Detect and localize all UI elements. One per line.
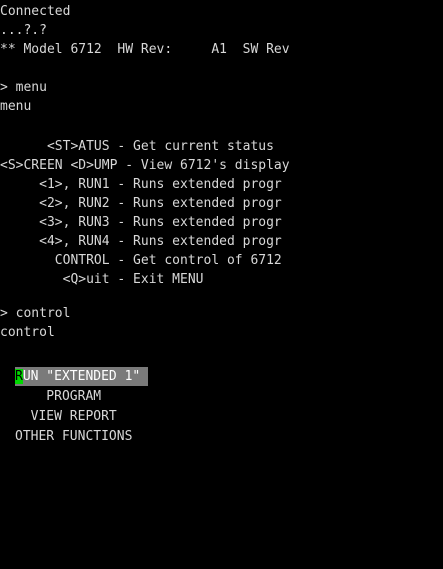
control-option-run-extended-1-label: UN "EXTENDED 1" [22,369,149,384]
control-option-run-extended-1[interactable]: RUN "EXTENDED 1" [15,367,149,386]
terminal-line-control-command: > control [0,306,71,321]
control-option-other-functions[interactable]: OTHER FUNCTIONS [15,427,132,446]
control-option-view-report[interactable]: VIEW REPORT [15,407,117,426]
terminal-line-connected: Connected [0,4,71,19]
menu-item-run2: <2>, RUN2 - Runs extended progr [0,196,282,211]
terminal-window[interactable]: Connected ...?.? ** Model 6712 HW Rev: A… [0,0,443,569]
menu-item-run3: <3>, RUN3 - Runs extended progr [0,215,282,230]
menu-item-run1: <1>, RUN1 - Runs extended progr [0,177,282,192]
menu-item-quit: <Q>uit - Exit MENU [0,272,204,287]
terminal-line-control-echo: control [0,325,55,340]
menu-item-run4: <4>, RUN4 - Runs extended progr [0,234,282,249]
control-option-program[interactable]: PROGRAM [15,387,101,406]
menu-item-screen-dump: <S>CREEN <D>UMP - View 6712's display [0,158,290,173]
terminal-line-handshake: ...?.? [0,23,47,38]
terminal-cursor: R [15,369,23,384]
terminal-line-menu-echo: menu [0,99,32,114]
menu-item-status: <ST>ATUS - Get current status [0,139,274,154]
menu-item-control: CONTROL - Get control of 6712 [0,253,282,268]
terminal-line-model-info: ** Model 6712 HW Rev: A1 SW Rev [0,42,290,57]
terminal-line-menu-command: > menu [0,80,47,95]
